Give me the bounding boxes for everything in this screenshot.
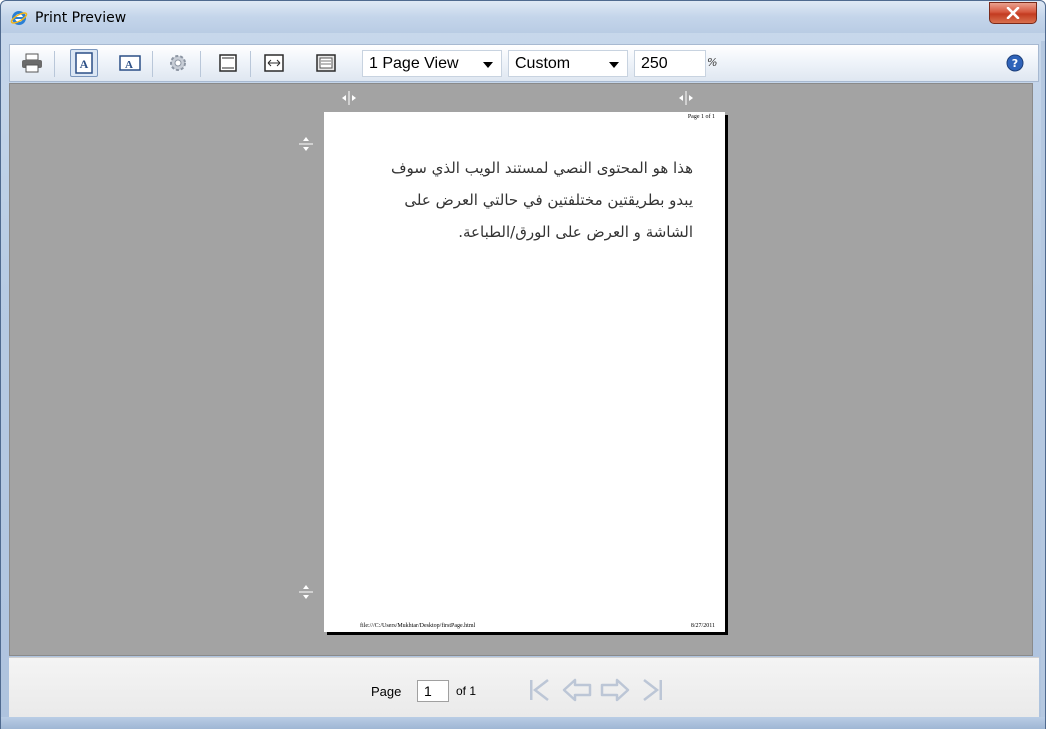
full-width-icon — [264, 54, 284, 72]
full-page-icon — [316, 54, 336, 72]
print-preview-window: Print Preview A A 1 Page View Custom 250… — [0, 0, 1046, 729]
close-button[interactable] — [989, 2, 1037, 24]
page-number-value: 1 — [424, 683, 432, 699]
printer-icon — [22, 53, 42, 73]
horizontal-resize-icon — [679, 91, 693, 105]
full-page-button[interactable] — [312, 49, 340, 77]
print-button[interactable] — [18, 49, 46, 77]
portrait-icon: A — [75, 52, 93, 74]
page-body: هذا هو المحتوى النصي لمستند الويب الذي س… — [390, 152, 693, 248]
previous-page-button[interactable] — [561, 674, 593, 706]
full-width-button[interactable] — [260, 49, 288, 77]
page-footer-date: 8/27/2011 — [690, 623, 715, 629]
help-icon[interactable]: ? — [1006, 54, 1024, 72]
first-page-button[interactable] — [523, 674, 555, 706]
landscape-icon: A — [119, 55, 141, 71]
preview-page: Page 1 of 1 هذا هو المحتوى النصي لمستند … — [324, 112, 725, 632]
window-frame-edge — [1041, 41, 1045, 717]
svg-text:?: ? — [1012, 57, 1018, 70]
headers-footers-button[interactable] — [214, 49, 242, 77]
right-arrow-icon — [600, 678, 630, 702]
ie-icon — [10, 9, 28, 27]
body-line: يبدو بطريقتين مختلفتين في حالتي العرض عل… — [404, 191, 693, 209]
toolbar-separator — [152, 51, 153, 77]
view-mode-value: 1 Page View — [369, 54, 459, 72]
page-count-label: of 1 — [456, 684, 477, 698]
page-label: Page — [371, 684, 402, 699]
title-bar: Print Preview — [1, 1, 1045, 33]
right-margin-handle[interactable] — [678, 90, 694, 106]
body-line: هذا هو المحتوى النصي لمستند الويب الذي س… — [390, 159, 693, 177]
gear-icon — [170, 55, 186, 71]
zoom-select-value: Custom — [515, 54, 571, 72]
body-line: الشاشة و العرض على الورق/الطباعة. — [458, 223, 693, 241]
page-header: Page 1 of 1 — [687, 114, 715, 120]
view-mode-select[interactable]: 1 Page View — [362, 50, 502, 77]
left-margin-handle[interactable] — [341, 90, 357, 106]
svg-text:A: A — [80, 57, 89, 71]
bottom-margin-handle[interactable] — [298, 584, 314, 600]
landscape-button[interactable]: A — [116, 49, 144, 77]
left-arrow-icon — [562, 678, 592, 702]
preview-area: Page 1 of 1 هذا هو المحتوى النصي لمستند … — [9, 83, 1033, 656]
page-footer-url: file:///C:/Users/Mukhtar/Desktop/firstPa… — [360, 623, 476, 629]
next-page-button[interactable] — [599, 674, 631, 706]
chevron-down-icon — [609, 62, 619, 68]
zoom-value: 250 — [641, 54, 668, 72]
zoom-unit: % — [707, 56, 718, 69]
zoom-select[interactable]: Custom — [508, 50, 628, 77]
chevron-down-icon — [483, 62, 493, 68]
window-title: Print Preview — [35, 10, 127, 26]
toolbar-separator — [200, 51, 201, 77]
first-page-icon — [530, 679, 549, 701]
window-frame-bottom — [1, 717, 1045, 729]
horizontal-resize-icon — [342, 91, 356, 105]
toolbar-separator — [250, 51, 251, 77]
last-page-icon — [643, 679, 662, 701]
header-footer-icon — [219, 54, 237, 72]
top-margin-handle[interactable] — [298, 136, 314, 152]
portrait-button[interactable]: A — [70, 49, 98, 77]
close-icon — [1006, 7, 1020, 19]
navigation-bar: Page 1 of 1 — [9, 657, 1039, 717]
last-page-button[interactable] — [637, 674, 669, 706]
vertical-resize-icon — [299, 137, 313, 151]
toolbar-separator — [54, 51, 55, 77]
zoom-input[interactable]: 250 — [634, 50, 706, 77]
print-toolbar: A A 1 Page View Custom 250 % ? — [9, 44, 1039, 82]
vertical-resize-icon — [299, 585, 313, 599]
svg-text:A: A — [125, 59, 133, 71]
page-number-input[interactable]: 1 — [417, 680, 449, 702]
page-setup-button[interactable] — [164, 49, 192, 77]
